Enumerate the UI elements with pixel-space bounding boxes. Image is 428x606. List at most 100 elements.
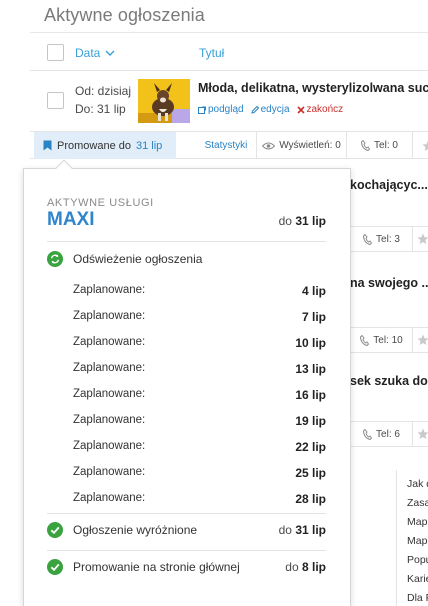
service-until-date: 8 lip bbox=[301, 560, 326, 574]
star-icon bbox=[417, 334, 428, 345]
schedule-row: Zaplanowane: 4 lip bbox=[73, 284, 326, 300]
schedule-row: Zaplanowane: 22 lip bbox=[73, 440, 326, 456]
service-name: Odświeżenie ogłoszenia bbox=[73, 252, 203, 266]
statistics-link[interactable]: Statystyki bbox=[196, 132, 256, 159]
preview-label: podgląd bbox=[208, 104, 244, 115]
schedule-date: 4 lip bbox=[301, 284, 326, 298]
favorite-button[interactable] bbox=[412, 132, 428, 159]
promo-date: 31 lip bbox=[136, 139, 163, 152]
external-link-icon bbox=[198, 106, 206, 114]
schedule-label: Zaplanowane: bbox=[73, 388, 146, 400]
refresh-icon bbox=[47, 251, 63, 267]
schedule-date: 22 lip bbox=[295, 440, 326, 454]
edit-link[interactable]: edycja bbox=[250, 104, 290, 115]
bookmark-icon bbox=[43, 140, 52, 151]
schedule-row: Zaplanowane: 25 lip bbox=[73, 466, 326, 482]
tel-label: Tel: 6 bbox=[376, 428, 400, 440]
phone-count: Tel: 10 bbox=[350, 328, 412, 352]
listing-title[interactable]: Młoda, delikatna, wysterylizolwana suczk… bbox=[198, 81, 428, 95]
footer-menu: Jak d Zasa Map Map Popu Karie Dla F bbox=[396, 470, 428, 606]
service-until: do 31 lip bbox=[279, 523, 326, 537]
page: Aktywne ogłoszenia Data Tytuł Od: dzisia… bbox=[0, 0, 428, 606]
promoted-until-button[interactable]: Promowane do 31 lip bbox=[34, 132, 176, 159]
schedule-row: Zaplanowane: 28 lip bbox=[73, 492, 326, 508]
service-homepage: Promowanie na stronie głównej do 8 lip bbox=[47, 557, 326, 577]
phone-icon bbox=[363, 233, 373, 245]
schedule-label: Zaplanowane: bbox=[73, 362, 146, 374]
end-link[interactable]: zakończ bbox=[296, 104, 344, 115]
favorite-button[interactable] bbox=[412, 227, 428, 251]
tel-label: Tel: 10 bbox=[373, 334, 403, 346]
phone-count: Tel: 6 bbox=[350, 422, 412, 446]
footer-link[interactable]: Karie bbox=[407, 573, 428, 585]
pencil-icon bbox=[250, 105, 259, 114]
service-until-prefix: do bbox=[285, 560, 299, 574]
edit-label: edycja bbox=[260, 104, 290, 115]
select-all-checkbox[interactable] bbox=[47, 44, 64, 61]
sort-by-date[interactable]: Data bbox=[75, 46, 115, 60]
listing-title[interactable]: kochającyc... bbox=[350, 178, 428, 192]
package-until-prefix: do bbox=[278, 214, 292, 228]
active-services-popover: AKTYWNE USŁUGI MAXI do 31 lip Odświeżeni… bbox=[23, 159, 351, 606]
favorite-button[interactable] bbox=[412, 422, 428, 446]
column-title-label[interactable]: Tytuł bbox=[199, 46, 224, 60]
service-name: Promowanie na stronie głównej bbox=[73, 560, 240, 574]
phone-icon bbox=[363, 428, 373, 440]
phone-count: Tel: 0 bbox=[346, 132, 412, 159]
schedule-row: Zaplanowane: 7 lip bbox=[73, 310, 326, 326]
star-icon bbox=[417, 233, 428, 244]
schedule-date: 10 lip bbox=[295, 336, 326, 350]
listing-title[interactable]: sek szuka do... bbox=[350, 374, 428, 388]
popover-arrow bbox=[55, 159, 73, 177]
phone-icon bbox=[360, 334, 370, 346]
schedule-date: 13 lip bbox=[295, 362, 326, 376]
end-label: zakończ bbox=[306, 104, 344, 115]
phone-count: Tel: 3 bbox=[350, 227, 412, 251]
chevron-down-icon bbox=[105, 50, 115, 56]
schedule-row: Zaplanowane: 13 lip bbox=[73, 362, 326, 378]
service-until-prefix: do bbox=[278, 523, 292, 537]
eye-icon bbox=[262, 142, 276, 149]
check-circle-icon bbox=[47, 559, 63, 575]
service-name: Ogłoszenie wyróżnione bbox=[73, 523, 198, 537]
footer-link[interactable]: Popu bbox=[407, 554, 428, 566]
schedule-label: Zaplanowane: bbox=[73, 336, 146, 348]
schedule-label: Zaplanowane: bbox=[73, 440, 146, 452]
package-name: MAXI bbox=[47, 209, 95, 230]
package-until-date: 31 lip bbox=[295, 214, 326, 228]
tel-label: Tel: 3 bbox=[376, 233, 400, 245]
service-until-date: 31 lip bbox=[295, 523, 326, 537]
listing-thumbnail[interactable] bbox=[138, 79, 190, 123]
schedule-label: Zaplanowane: bbox=[73, 310, 146, 322]
row-checkbox[interactable] bbox=[47, 92, 64, 109]
schedule-row: Zaplanowane: 19 lip bbox=[73, 414, 326, 430]
star-icon bbox=[422, 140, 428, 151]
preview-link[interactable]: podgląd bbox=[198, 104, 244, 115]
divider bbox=[47, 550, 326, 551]
schedule-date: 19 lip bbox=[295, 414, 326, 428]
table-header: Data Tytuł bbox=[30, 33, 428, 71]
column-date-label: Data bbox=[75, 46, 101, 60]
dog-photo bbox=[138, 79, 190, 123]
schedule-row: Zaplanowane: 10 lip bbox=[73, 336, 326, 352]
schedule-row: Zaplanowane: 16 lip bbox=[73, 388, 326, 404]
footer-link[interactable]: Zasa bbox=[407, 497, 428, 509]
listing-stats-strip: Promowane do 31 lip Statystyki Wyświetle… bbox=[30, 131, 428, 159]
schedule-date: 16 lip bbox=[295, 388, 326, 402]
service-featured: Ogłoszenie wyróżnione do 31 lip bbox=[47, 520, 326, 540]
close-icon bbox=[296, 105, 305, 114]
check-circle-icon bbox=[47, 522, 63, 538]
listing-title[interactable]: na swojego ... bbox=[350, 276, 428, 290]
service-until: do 8 lip bbox=[285, 560, 326, 574]
star-icon bbox=[417, 428, 428, 439]
favorite-button[interactable] bbox=[412, 328, 428, 352]
views-label: Wyświetleń: 0 bbox=[279, 140, 341, 151]
page-title: Aktywne ogłoszenia bbox=[44, 5, 205, 25]
footer-link[interactable]: Dla F bbox=[407, 592, 428, 604]
footer-link[interactable]: Jak d bbox=[407, 478, 428, 490]
schedule-date: 28 lip bbox=[295, 492, 326, 506]
schedule-date: 25 lip bbox=[295, 466, 326, 480]
footer-link[interactable]: Map bbox=[407, 535, 427, 547]
footer-link[interactable]: Map bbox=[407, 516, 427, 528]
package-until: do 31 lip bbox=[279, 214, 326, 228]
